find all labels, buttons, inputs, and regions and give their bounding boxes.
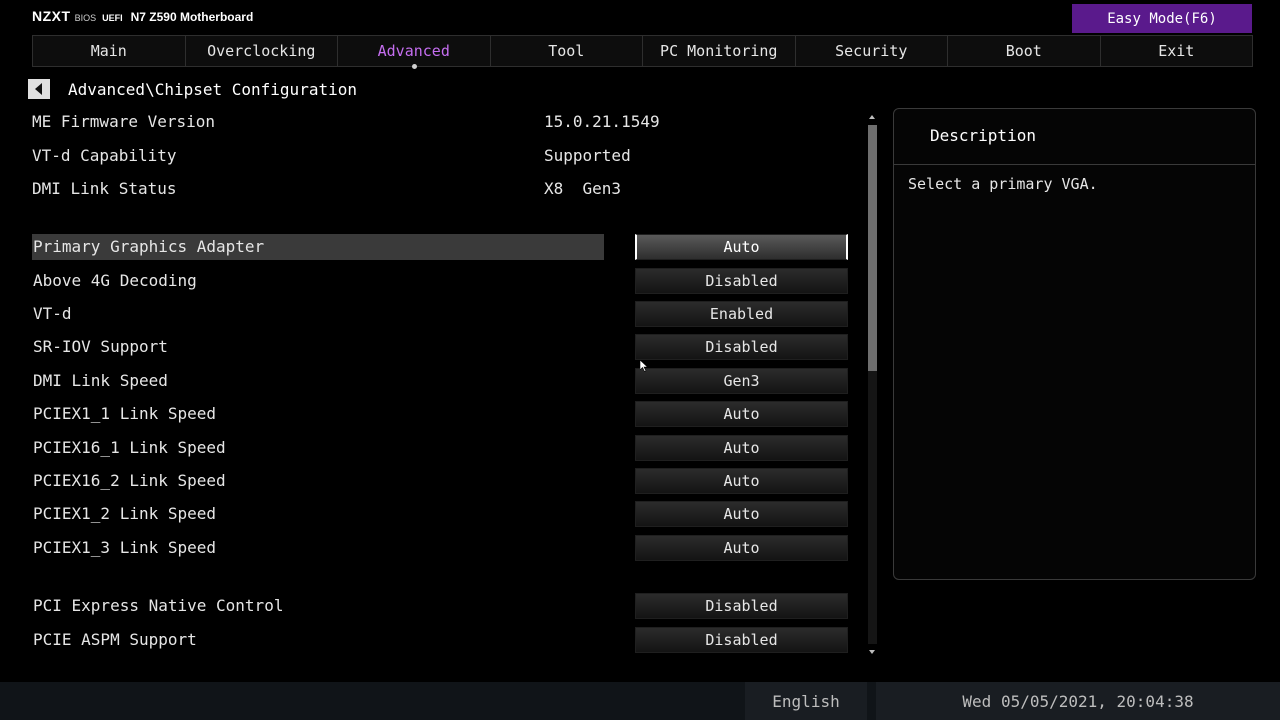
scroll-down-icon[interactable] [869,650,875,654]
setting-option-button[interactable]: Auto [635,501,848,527]
main-tabs: Main Overclocking Advanced Tool PC Monit… [32,35,1253,69]
tab-boot[interactable]: Boot [948,36,1101,66]
breadcrumb: Advanced\Chipset Configuration [68,80,357,99]
info-row-vtd-capability: VT-d Capability Supported [32,144,672,168]
tab-exit[interactable]: Exit [1101,36,1253,66]
tab-security[interactable]: Security [796,36,948,66]
setting-label: PCIEX16_1 Link Speed [33,438,226,457]
brand-uefi: UEFI [102,13,123,23]
brand-bios: BIOS [74,13,97,23]
setting-sr-iov-support[interactable]: SR-IOV Support Disabled [32,334,852,360]
tab-tool[interactable]: Tool [491,36,643,66]
setting-option-button[interactable]: Disabled [635,268,848,294]
setting-label: VT-d [33,304,72,323]
setting-pciex1-3-link-speed[interactable]: PCIEX1_3 Link Speed Auto [32,535,852,561]
setting-option-button[interactable]: Auto [635,435,848,461]
setting-vt-d[interactable]: VT-d Enabled [32,301,852,327]
date-time-display: Wed 05/05/2021, 20:04:38 [876,682,1280,720]
setting-pciex16-1-link-speed[interactable]: PCIEX16_1 Link Speed Auto [32,435,852,461]
mouse-cursor-icon [640,360,648,372]
info-row-me-firmware: ME Firmware Version 15.0.21.1549 [32,110,672,134]
tab-pc-monitoring[interactable]: PC Monitoring [643,36,796,66]
back-button[interactable] [28,79,50,99]
tab-main[interactable]: Main [33,36,186,66]
brand-name: NZXT [32,8,71,24]
setting-label: PCIEX1_2 Link Speed [33,504,217,523]
setting-pcie-aspm-support[interactable]: PCIE ASPM Support Disabled [32,627,852,653]
setting-label: PCIE ASPM Support [33,630,197,649]
scroll-thumb[interactable] [868,125,877,371]
setting-option-button[interactable]: Auto [635,535,848,561]
setting-option-button[interactable]: Auto [635,468,848,494]
setting-pciex1-1-link-speed[interactable]: PCIEX1_1 Link Speed Auto [32,401,852,427]
setting-primary-graphics-adapter[interactable]: Primary Graphics Adapter Auto [32,234,852,260]
setting-option-button[interactable]: Gen3 [635,368,848,394]
setting-option-button[interactable]: Enabled [635,301,848,327]
setting-label: PCIEX1_1 Link Speed [33,404,217,423]
setting-option-button[interactable]: Disabled [635,627,848,653]
setting-label: PCIEX1_3 Link Speed [33,538,217,557]
setting-label: PCIEX16_2 Link Speed [33,471,226,490]
info-label: DMI Link Status [32,179,177,198]
description-panel: Description Select a primary VGA. [893,108,1256,580]
scroll-track[interactable] [868,125,877,644]
setting-label: Above 4G Decoding [33,271,197,290]
setting-pci-express-native-control[interactable]: PCI Express Native Control Disabled [32,593,852,619]
setting-label: DMI Link Speed [33,371,168,390]
info-row-dmi-link-status: DMI Link Status X8 Gen3 [32,177,672,201]
settings-scrollbar[interactable] [866,113,879,656]
setting-label: PCI Express Native Control [33,596,284,615]
tab-overclocking[interactable]: Overclocking [186,36,338,66]
info-value: X8 Gen3 [544,179,622,198]
setting-option-button[interactable]: Disabled [635,593,848,619]
back-arrow-icon [34,83,42,95]
info-label: VT-d Capability [32,146,177,165]
description-title: Description [930,126,1036,145]
description-header: Description [894,109,1255,165]
motherboard-model: N7 Z590 Motherboard [130,10,254,24]
setting-pciex16-2-link-speed[interactable]: PCIEX16_2 Link Speed Auto [32,468,852,494]
info-value: 15.0.21.1549 [544,112,660,131]
setting-label: SR-IOV Support [33,337,168,356]
brand-logo: NZXT BIOS UEFI N7 Z590 Motherboard [32,8,253,28]
setting-option-button[interactable]: Auto [635,401,848,427]
easy-mode-button[interactable]: Easy Mode(F6) [1072,4,1252,33]
info-label: ME Firmware Version [32,112,216,131]
description-text: Select a primary VGA. [908,175,1098,193]
setting-label: Primary Graphics Adapter [32,234,604,260]
scroll-up-icon[interactable] [869,115,875,119]
setting-option-button[interactable]: Auto [635,234,848,260]
info-value: Supported [544,146,631,165]
status-bar: English Wed 05/05/2021, 20:04:38 [0,682,1280,720]
language-selector[interactable]: English [745,682,867,720]
tab-advanced[interactable]: Advanced [338,36,491,69]
setting-option-button[interactable]: Disabled [635,334,848,360]
setting-above-4g-decoding[interactable]: Above 4G Decoding Disabled [32,268,852,294]
setting-dmi-link-speed[interactable]: DMI Link Speed Gen3 [32,368,852,394]
setting-pciex1-2-link-speed[interactable]: PCIEX1_2 Link Speed Auto [32,501,852,527]
